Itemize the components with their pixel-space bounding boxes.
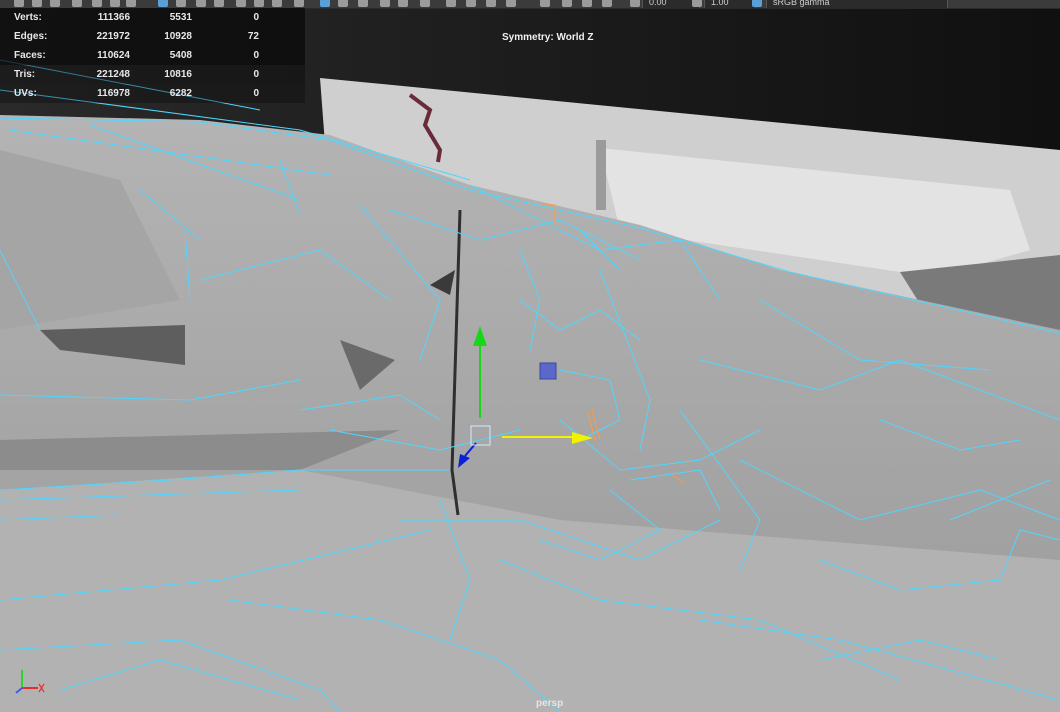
xray-joints-icon[interactable]: [338, 0, 348, 7]
occlusion-toggle-icon[interactable]: [294, 0, 304, 7]
hud-total: 110624: [97, 50, 130, 61]
film-gate-icon[interactable]: [92, 0, 102, 7]
exposure-icon[interactable]: [540, 0, 550, 7]
hud-label: Edges:: [14, 31, 48, 42]
smooth-preview-icon[interactable]: [398, 0, 408, 7]
textured-toggle-icon[interactable]: [236, 0, 246, 7]
camera-attributes-icon[interactable]: [602, 0, 612, 7]
select-tool-icon[interactable]: [14, 0, 24, 7]
depth-of-field-icon[interactable]: [466, 0, 476, 7]
hud-label: UVs:: [14, 88, 37, 99]
hud-selected: 10928: [164, 31, 192, 42]
hud-row-verts: Verts: 111366 5531 0: [0, 8, 305, 27]
hud-other: 72: [247, 31, 259, 42]
exposure-field-icon: [630, 0, 640, 7]
camera-icon[interactable]: [32, 0, 42, 7]
hud-label: Faces:: [14, 50, 46, 61]
manipulator-plane-handle[interactable]: [539, 362, 557, 380]
xray-components-icon[interactable]: [358, 0, 368, 7]
hud-total: 221972: [96, 31, 130, 42]
hud-selected: 5531: [169, 12, 192, 23]
symmetry-indicator: Symmetry: World Z: [502, 32, 594, 43]
hud-row-tris: Tris: 221248 10816 0: [0, 65, 305, 84]
wireframe-toggle-icon[interactable]: [196, 0, 206, 7]
screen-space-ao-icon[interactable]: [486, 0, 496, 7]
maya-viewport[interactable]: 0.00 1.00 sRGB gamma Verts: 111366 5531 …: [0, 0, 1060, 712]
hud-selected: 10816: [164, 69, 192, 80]
hud-label: Tris:: [14, 69, 36, 80]
camera-name-label: persp: [536, 698, 564, 709]
grid-toggle-icon[interactable]: [158, 0, 168, 7]
hud-row-uvs: UVs: 116978 6282 0: [0, 84, 305, 103]
hud-row-edges: Edges: 221972 10928 72: [0, 27, 305, 46]
motion-blur-icon[interactable]: [446, 0, 456, 7]
aa-toggle-icon[interactable]: [420, 0, 430, 7]
hud-other: 0: [253, 88, 259, 99]
shaded-toggle-icon[interactable]: [214, 0, 224, 7]
hud-row-faces: Faces: 110624 5408 0: [0, 46, 305, 65]
hud-other: 0: [253, 69, 259, 80]
viewport-scene[interactable]: [0, 0, 1060, 712]
safe-frame-icon[interactable]: [126, 0, 136, 7]
color-space-icon[interactable]: [752, 0, 762, 7]
hud-other: 0: [253, 12, 259, 23]
bookmark-icon[interactable]: [50, 0, 60, 7]
xray-toggle-icon[interactable]: [320, 0, 330, 7]
gamma-icon[interactable]: [562, 0, 572, 7]
image-plane-icon[interactable]: [582, 0, 592, 7]
resolution-gate-icon[interactable]: [110, 0, 120, 7]
hud-selected: 6282: [169, 88, 192, 99]
hud-toggle-icon[interactable]: [176, 0, 186, 7]
color-space-dropdown[interactable]: sRGB gamma: [766, 0, 948, 8]
backface-culling-icon[interactable]: [380, 0, 390, 7]
hud-total: 111366: [97, 12, 130, 23]
gamma-field-icon: [692, 0, 702, 7]
grid-icon[interactable]: [72, 0, 82, 7]
hud-total: 221248: [96, 69, 130, 80]
hud-other: 0: [253, 50, 259, 61]
isolate-select-icon[interactable]: [506, 0, 516, 7]
background-seam: [596, 140, 606, 210]
hud-total: 116978: [97, 88, 130, 99]
hud-label: Verts:: [14, 12, 42, 23]
poly-count-hud: Verts: 111366 5531 0 Edges: 221972 10928…: [0, 8, 305, 104]
hud-selected: 5408: [169, 50, 192, 61]
shadows-toggle-icon[interactable]: [272, 0, 282, 7]
axis-triad-icon: [15, 670, 45, 694]
lighting-toggle-icon[interactable]: [254, 0, 264, 7]
gamma-field[interactable]: 1.00: [704, 0, 756, 8]
